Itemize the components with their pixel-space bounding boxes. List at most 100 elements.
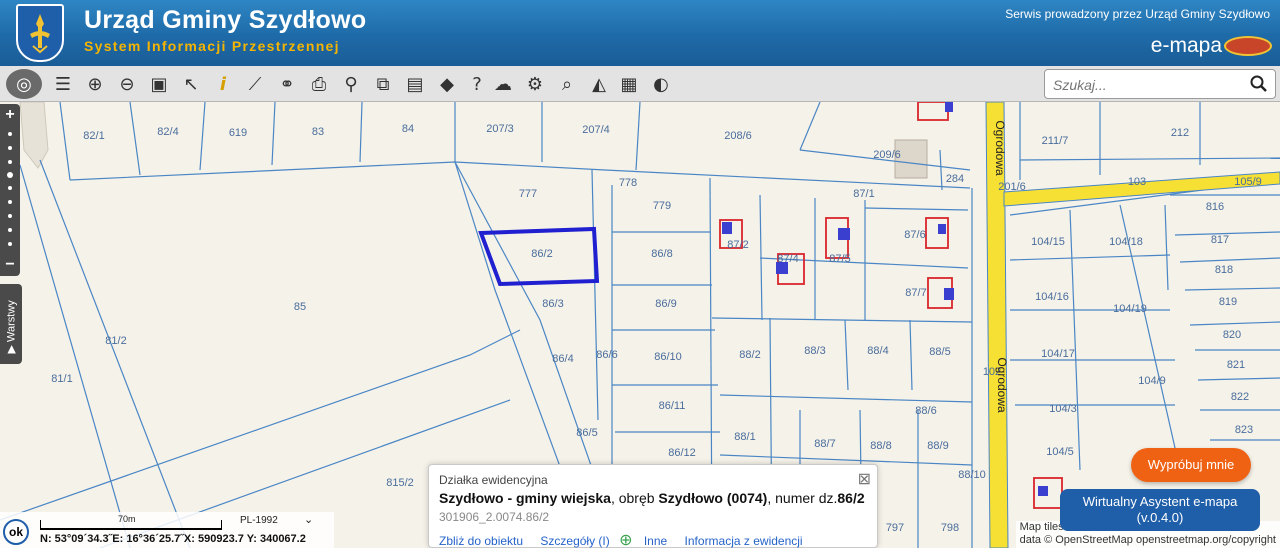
parcel-label: 86/10 [654,351,682,363]
parcel-label: 818 [1215,264,1233,276]
parcel-label: 207/4 [582,124,610,136]
zoom-slider-handle[interactable] [7,172,13,178]
parcel-label: 209/6 [873,149,901,161]
info-icon[interactable]: i [208,69,238,99]
parcel-label: 87/7 [905,287,926,299]
parcel-label: 103 [1128,176,1146,188]
parcel-label: 81/1 [51,373,72,385]
search-object-icon[interactable]: ⌕ [552,69,582,99]
chevron-down-icon[interactable]: ⌄ [304,513,313,526]
zoom-bar[interactable]: + − [0,104,20,276]
speech-icon[interactable]: ◆ [432,69,462,99]
parcel-label: 207/3 [486,123,514,135]
panel-icon[interactable]: ▤ [400,69,430,99]
parcel-label: 88/7 [814,438,835,450]
app-root: Urząd Gminy Szydłowo System Informacji P… [0,0,1280,548]
search-icon[interactable] [1249,74,1269,94]
parcel-label: 819 [1219,296,1237,308]
parcel-label: 284 [946,173,964,185]
virtual-assistant-button[interactable]: Wirtualny Asystent e-mapa (v.0.4.0) [1060,489,1260,531]
layers-icon[interactable]: ☰ [48,69,78,99]
coordinates-readout: N: 53°09´34.3˝E: 16°36´25.7˝X: 590923.7 … [40,533,306,545]
parcel-label: 778 [619,177,637,189]
other-link[interactable]: Inne [644,534,667,548]
ok-button[interactable]: ok [3,519,29,545]
zoom-level-dot[interactable] [8,186,12,190]
search-input[interactable] [1053,75,1243,95]
link-icon[interactable]: ⚭ [272,69,302,99]
parcel-label: 87/2 [727,239,748,251]
parcel-label: 104/16 [1035,291,1069,303]
parcel-label: 81/2 [105,335,126,347]
popup-text: , numer dz. [767,490,838,506]
parcel-label: 88/8 [870,440,891,452]
parcel-label: 797 [886,522,904,534]
parcel-label: 212 [1171,127,1189,139]
popup-parcel-number: 86/2 [837,490,865,506]
copy-icon[interactable]: ⧉ [368,69,398,99]
zoom-extent-icon[interactable]: ▣ [144,69,174,99]
zoom-level-dot[interactable] [8,200,12,204]
popup-heading: Działka ewidencyjna [439,473,548,487]
layers-panel-tab[interactable]: ▶ Warstwy [0,284,22,364]
osm-copyright-link[interactable]: openstreetmap.org/copyright [1136,534,1276,546]
parcel-label: 821 [1227,359,1245,371]
compass-icon[interactable]: ◭ [584,69,614,99]
upload-icon[interactable]: ☁ [488,69,518,99]
header-bar: Urząd Gminy Szydłowo System Informacji P… [0,0,1280,66]
close-icon[interactable]: ⊠ [858,469,871,489]
try-me-button[interactable]: Wypróbuj mnie [1131,448,1251,482]
zoom-level-dot[interactable] [8,228,12,232]
zoom-in-icon[interactable]: ⊕ [80,69,110,99]
settings-icon[interactable]: ⚙ [520,69,550,99]
marker-icon[interactable]: ⚲ [336,69,366,99]
projection-select[interactable]: PL-1992 [240,515,278,526]
parcel-label: 201/6 [998,181,1026,193]
parcel-label: 104/19 [1113,303,1147,315]
parcel-label: 208/6 [724,130,752,142]
parcel-label: 84 [402,123,414,135]
parcel-label: 88/1 [734,431,755,443]
parcel-label: 779 [653,200,671,212]
palette-icon[interactable]: ▦ [614,69,644,99]
popup-parcel-code: 301906_2.0074.86/2 [439,510,550,524]
parcel-label: 88/3 [804,345,825,357]
parcel-label: 86/2 [531,248,552,260]
pointer-icon[interactable]: ↖ [176,69,206,99]
globe-icon[interactable]: ◎ [6,69,42,99]
plus-icon[interactable]: ⊕ [619,532,632,548]
parcel-label: 86/5 [576,427,597,439]
parcel-label: 86/4 [552,353,573,365]
attribution-line: data © OpenStreetMap [1019,534,1133,546]
print-icon[interactable]: ⎙ [304,69,334,99]
popup-obreb: Szydłowo (0074) [658,490,768,506]
zoom-out-button[interactable]: − [3,257,17,273]
layers-tab-label: ▶ Warstwy [5,300,18,354]
parcel-label: 85 [294,301,306,313]
parcel-label: 777 [519,188,537,200]
parcel-label: 88/2 [739,349,760,361]
parcel-label: 86/6 [596,349,617,361]
registry-info-link[interactable]: Informacja z ewidencji [685,534,803,548]
parcel-label: 619 [229,127,247,139]
street-name: Ogrodowa [995,357,1009,413]
measure-icon[interactable]: ⟋ [240,69,270,99]
zoom-out-icon[interactable]: ⊖ [112,69,142,99]
zoom-to-object-link[interactable]: Zbliż do obiektu [439,534,523,548]
coat-of-arms-icon [16,4,64,62]
parcel-label: 815/2 [386,477,414,489]
zoom-level-dot[interactable] [8,132,12,136]
emapa-brand[interactable]: e-mapa [1151,34,1222,58]
zoom-level-dot[interactable] [8,214,12,218]
parcel-info-popup: Działka ewidencyjna Szydłowo - gminy wie… [428,464,878,548]
chat-icon[interactable]: ◐ [646,69,676,99]
zoom-level-dot[interactable] [8,160,12,164]
parcel-label: 87/4 [777,253,798,265]
zoom-in-button[interactable]: + [3,107,17,123]
zoom-level-dot[interactable] [8,146,12,150]
details-link[interactable]: Szczegóły (I) [540,534,609,548]
zoom-level-dot[interactable] [8,242,12,246]
parcel-label: 104/17 [1041,348,1075,360]
scale-label: 70m [118,514,136,524]
parcel-label: 211/7 [1042,135,1069,147]
